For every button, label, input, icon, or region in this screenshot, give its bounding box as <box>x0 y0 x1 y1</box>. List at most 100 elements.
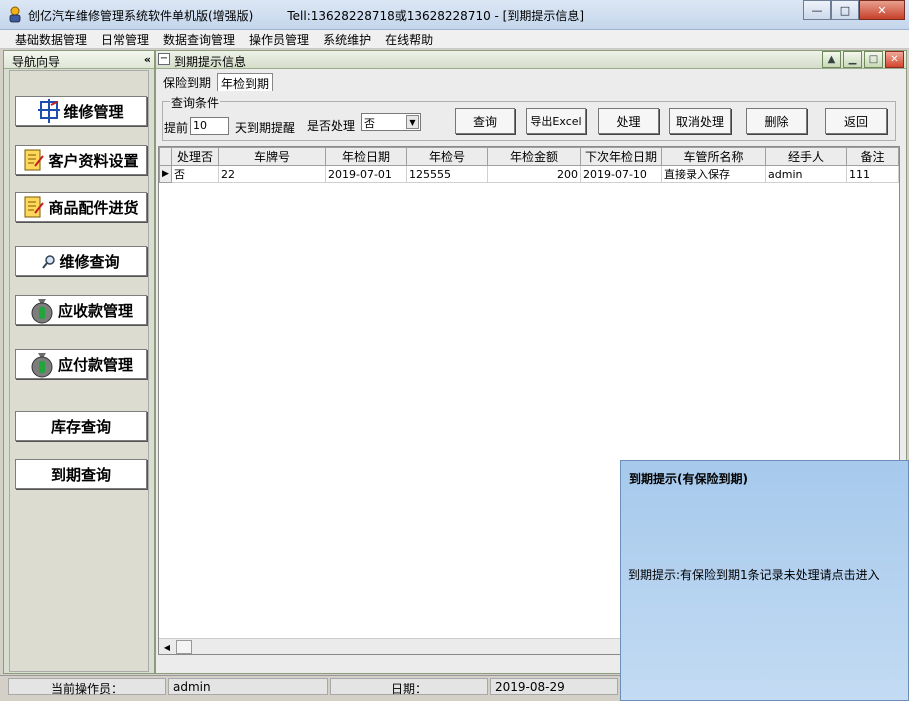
column-header[interactable]: 备注 <box>846 147 899 166</box>
date-label: 日期： <box>330 678 488 696</box>
app-icon <box>9 6 21 23</box>
collapse-icon[interactable]: « <box>144 53 151 66</box>
window-title: 创亿汽车维修管理系统软件单机版(增强版) Tell:13628228718或136… <box>28 7 584 24</box>
handled-select-value: 否 <box>364 117 375 130</box>
nav-title: 导航向导 <box>12 55 61 69</box>
nav-label: 维修查询 <box>59 252 120 271</box>
money-bag-icon <box>31 353 53 378</box>
tab-insurance-expiry[interactable]: 保险到期 <box>160 73 214 91</box>
scroll-left-icon[interactable]: ◀ <box>160 640 174 654</box>
child-maximize-button[interactable]: □ <box>864 51 883 68</box>
nav-label: 库存查询 <box>50 417 111 436</box>
repair-icon <box>38 99 61 123</box>
menu-operator[interactable]: 操作员管理 <box>242 31 316 48</box>
table-cell[interactable]: 2019-07-10 <box>580 165 662 183</box>
minimize-button[interactable]: — <box>803 0 831 20</box>
nav-receivable-button[interactable]: 应收款管理 <box>15 295 147 325</box>
nav-header: 导航向导 « <box>4 51 154 69</box>
column-header[interactable]: 下次年检日期 <box>580 147 662 166</box>
column-header[interactable]: 车牌号 <box>218 147 326 166</box>
child-title: 到期提示信息 <box>174 55 247 69</box>
operator-value: admin <box>168 678 328 695</box>
nav-customer-button[interactable]: 客户资料设置 <box>15 145 147 175</box>
query-legend: 查询条件 <box>170 94 221 111</box>
handled-label: 是否处理 <box>307 119 356 133</box>
child-minimize-button[interactable]: ▁ <box>843 51 862 68</box>
table-cell[interactable]: admin <box>765 165 847 183</box>
nav-label: 应收款管理 <box>57 301 133 320</box>
chevron-down-icon[interactable]: ▼ <box>406 115 419 129</box>
nav-label: 商品配件进货 <box>48 198 139 217</box>
nav-label: 到期查询 <box>50 465 111 484</box>
table-cell[interactable]: 111 <box>846 165 899 183</box>
back-button[interactable]: 返回 <box>825 108 887 134</box>
delete-button[interactable]: 删除 <box>746 108 807 134</box>
nav-inventory-button[interactable]: 库存查询 <box>15 411 147 441</box>
menu-basic-data[interactable]: 基础数据管理 <box>0 31 94 48</box>
nav-label: 应付款管理 <box>57 355 133 374</box>
advance-label: 提前 <box>164 121 189 135</box>
app-title: 创亿汽车维修管理系统软件单机版(增强版) <box>28 9 254 23</box>
date-value: 2019-08-29 <box>490 678 618 695</box>
maximize-button[interactable]: □ <box>831 0 859 20</box>
menu-system[interactable]: 系统维护 <box>316 31 378 48</box>
column-header[interactable]: 年检号 <box>406 147 488 166</box>
child-window-controls: ▲ ▁ □ ✕ <box>820 51 904 68</box>
nav-parts-button[interactable]: 商品配件进货 <box>15 192 147 222</box>
nav-body: 维修管理 客户资料设置 商品配件进货 维修查询 应收款管理 应付款管理 库存查询… <box>9 70 149 672</box>
column-header[interactable]: 年检日期 <box>325 147 407 166</box>
cancel-process-button[interactable]: 取消处理 <box>669 108 731 134</box>
system-menu-icon[interactable]: − <box>158 53 170 65</box>
export-excel-button[interactable]: 导出Excel <box>526 108 586 134</box>
window-controls: — □ ✕ <box>803 0 905 21</box>
nav-label: 维修管理 <box>63 102 124 121</box>
operator-label: 当前操作员： <box>8 678 166 696</box>
handled-select[interactable]: 否 ▼ <box>361 113 421 131</box>
menu-help[interactable]: 在线帮助 <box>378 31 440 48</box>
child-close-button[interactable]: ✕ <box>885 51 904 68</box>
child-title-bar: − 到期提示信息 ▲ ▁ □ ✕ <box>156 51 906 69</box>
popup-message[interactable]: 到期提示:有保险到期1条记录未处理请点击进入 <box>628 566 880 583</box>
table-row[interactable]: ▶ 否 22 2019-07-01 125555 200 2019-07-10 … <box>159 165 899 183</box>
table-cell[interactable]: 否 <box>171 165 219 183</box>
customer-icon <box>24 149 45 171</box>
nav-panel: 导航向导 « 维修管理 客户资料设置 商品配件进货 维修查询 应收款管理 应付款… <box>3 50 155 674</box>
tab-inspection-expiry[interactable]: 年检到期 <box>217 73 274 91</box>
menu-bar: 基础数据管理 日常管理 数据查询管理 操作员管理 系统维护 在线帮助 <box>0 30 909 49</box>
menu-daily[interactable]: 日常管理 <box>94 31 156 48</box>
popup-title: 到期提示(有保险到期) <box>629 472 748 486</box>
process-button[interactable]: 处理 <box>598 108 659 134</box>
query-button[interactable]: 查询 <box>455 108 515 134</box>
days-label: 天到期提醒 <box>235 121 296 135</box>
table-cell[interactable]: 2019-07-01 <box>325 165 407 183</box>
table-header-row: 处理否 车牌号 年检日期 年检号 年检金额 下次年检日期 车管所名称 经手人 备… <box>159 147 899 166</box>
table-cell[interactable]: 200 <box>487 165 581 183</box>
row-selector-header <box>159 147 172 166</box>
title-bar: 创亿汽车维修管理系统软件单机版(增强版) Tell:13628228718或136… <box>0 0 909 30</box>
parts-icon <box>24 196 45 218</box>
scrollbar-thumb[interactable] <box>176 640 192 654</box>
current-row-marker-icon: ▶ <box>159 165 172 183</box>
tab-strip: 保险到期 年检到期 <box>160 73 276 91</box>
expiry-notification-popup[interactable]: 到期提示(有保险到期) 到期提示:有保险到期1条记录未处理请点击进入 <box>620 460 909 701</box>
column-header[interactable]: 经手人 <box>765 147 847 166</box>
table-cell[interactable]: 直接录入保存 <box>661 165 766 183</box>
column-header[interactable]: 处理否 <box>171 147 219 166</box>
column-header[interactable]: 车管所名称 <box>661 147 766 166</box>
menu-data-query[interactable]: 数据查询管理 <box>156 31 242 48</box>
nav-repair-query-button[interactable]: 维修查询 <box>15 246 147 276</box>
close-button[interactable]: ✕ <box>859 0 905 20</box>
contact-info: Tell:13628228718或13628228710 - [到期提示信息] <box>287 9 585 23</box>
advance-days-input[interactable]: 10 <box>190 117 229 135</box>
money-bag-icon <box>31 299 53 324</box>
records-table: 处理否 车牌号 年检日期 年检号 年检金额 下次年检日期 车管所名称 经手人 备… <box>159 147 899 183</box>
table-cell[interactable]: 125555 <box>406 165 488 183</box>
table-cell[interactable]: 22 <box>218 165 326 183</box>
nav-expiry-button[interactable]: 到期查询 <box>15 459 147 489</box>
nav-repair-button[interactable]: 维修管理 <box>15 96 147 126</box>
query-conditions: 查询条件 提前 10 天到期提醒 是否处理 否 ▼ 查询 导出Excel 处理 … <box>162 94 896 141</box>
nav-payable-button[interactable]: 应付款管理 <box>15 349 147 379</box>
nav-label: 客户资料设置 <box>48 151 139 170</box>
column-header[interactable]: 年检金额 <box>487 147 581 166</box>
up-arrow-button[interactable]: ▲ <box>822 51 841 68</box>
